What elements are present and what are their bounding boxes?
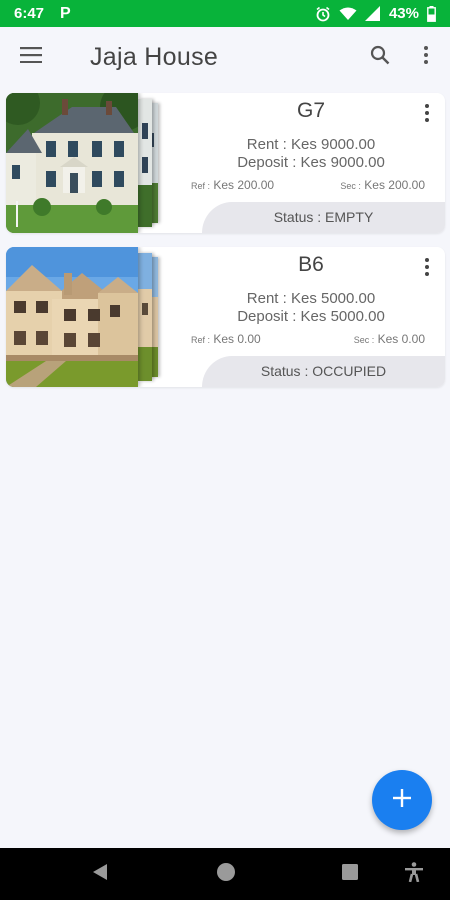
ref-prefix: Ref :	[191, 335, 211, 345]
add-unit-button[interactable]	[372, 770, 432, 830]
rent-amount: Rent : Kes 9000.00	[246, 136, 376, 153]
sec-prefix: Sec :	[340, 181, 361, 191]
signal-icon	[364, 6, 381, 21]
deposit-amount: Deposit : Kes 5000.00	[237, 308, 385, 325]
sec-value: Kes 200.00	[364, 178, 425, 192]
back-icon	[92, 863, 108, 886]
sec-prefix: Sec :	[353, 335, 375, 345]
beige-townhouse-photo	[6, 247, 138, 387]
more-vert-icon	[424, 103, 430, 128]
ref-prefix: Ref :	[191, 181, 211, 191]
ref-amount: Ref : Kes 0.00	[191, 332, 261, 346]
unit-image-back	[138, 99, 152, 227]
menu-icon	[20, 46, 42, 68]
ref-value: Kes 0.00	[213, 332, 261, 346]
accessibility-icon	[405, 861, 423, 887]
status-icons: 43%	[315, 5, 436, 22]
unit-menu-button[interactable]	[415, 101, 439, 129]
search-icon	[370, 45, 390, 70]
plus-icon	[393, 788, 411, 812]
recents-icon	[342, 863, 358, 885]
unit-menu-button[interactable]	[415, 255, 439, 283]
home-icon	[216, 862, 236, 887]
more-vert-icon	[424, 257, 430, 282]
battery-percent: 43%	[388, 5, 419, 22]
sec-amount: Sec : Kes 0.00	[354, 332, 425, 346]
nav-accessibility-button[interactable]	[398, 858, 430, 890]
search-button[interactable]	[362, 39, 398, 75]
ref-value: Kes 200.00	[213, 178, 275, 192]
more-options-button[interactable]	[410, 39, 442, 75]
menu-button[interactable]	[0, 27, 62, 87]
unit-status: Status : OCCUPIED	[260, 363, 387, 379]
nav-back-button[interactable]	[84, 858, 116, 890]
rent-amount: Rent : Kes 5000.00	[246, 290, 376, 307]
alarm-icon	[315, 6, 331, 22]
app-bar: Jaja House	[0, 27, 450, 87]
unit-image-stack	[6, 93, 166, 233]
system-nav-bar	[0, 848, 450, 900]
sec-value: Kes 0.00	[377, 332, 425, 346]
nav-recents-button[interactable]	[334, 858, 366, 890]
unit-card[interactable]: G7 Rent : Kes 9000.00 Deposit : Kes 9000…	[6, 93, 445, 233]
notification-letter: P	[60, 4, 71, 22]
unit-image-stack	[6, 247, 166, 387]
unit-name: G7	[296, 99, 325, 122]
deposit-amount: Deposit : Kes 9000.00	[237, 154, 385, 171]
status-bar: 6:47 P 43%	[0, 0, 450, 27]
unit-name: B6	[298, 253, 324, 276]
nav-home-button[interactable]	[210, 858, 242, 890]
unit-status: Status : EMPTY	[273, 209, 374, 225]
unit-card[interactable]: B6 Rent : Kes 5000.00 Deposit : Kes 5000…	[6, 247, 445, 387]
more-vert-icon	[423, 45, 429, 70]
status-time: 6:47	[14, 5, 45, 22]
white-colonial-house-photo	[6, 93, 138, 233]
app-title: Jaja House	[90, 42, 219, 71]
battery-icon	[427, 5, 436, 22]
sec-amount: Sec : Kes 200.00	[340, 178, 425, 192]
ref-amount: Ref : Kes 200.00	[191, 178, 274, 192]
wifi-icon	[339, 7, 357, 21]
unit-image-back	[138, 253, 152, 381]
